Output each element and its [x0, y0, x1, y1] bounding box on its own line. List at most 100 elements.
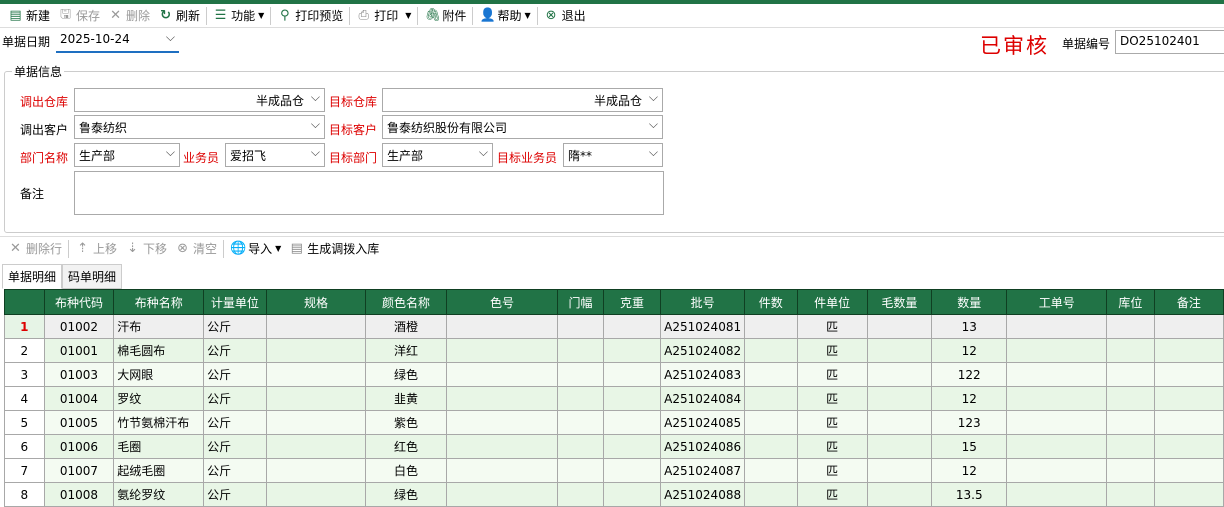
table-cell[interactable]: [1153, 362, 1224, 387]
save-button[interactable]: 🖫 保存: [54, 5, 104, 27]
table-cell[interactable]: [445, 338, 559, 363]
delete-row-button[interactable]: ✕ 删除行: [4, 240, 66, 257]
table-cell[interactable]: 韭黄: [365, 386, 447, 411]
table-row[interactable]: 2 01001 棉毛圆布 公斤 洋红 A251024082 匹 12: [4, 338, 1224, 363]
table-cell[interactable]: [744, 482, 798, 507]
out-warehouse-select[interactable]: 半成品仓: [74, 88, 325, 112]
table-cell[interactable]: [1106, 410, 1155, 435]
tab-doc-detail[interactable]: 单据明细: [2, 264, 63, 289]
table-cell[interactable]: [265, 458, 367, 483]
table-cell[interactable]: [866, 338, 933, 363]
table-cell[interactable]: 起绒毛圈: [113, 458, 205, 483]
table-cell[interactable]: 公斤: [203, 482, 267, 507]
table-cell[interactable]: 紫色: [365, 410, 447, 435]
table-cell[interactable]: 红色: [365, 434, 447, 459]
date-picker[interactable]: 2025-10-24: [56, 29, 179, 53]
table-cell[interactable]: [1153, 458, 1224, 483]
table-cell[interactable]: 汗布: [113, 314, 205, 339]
table-cell[interactable]: [1006, 386, 1108, 411]
table-cell[interactable]: [602, 458, 662, 483]
table-cell[interactable]: [1006, 482, 1108, 507]
table-cell[interactable]: 01002: [43, 314, 115, 339]
table-cell[interactable]: [1006, 314, 1108, 339]
table-cell[interactable]: [265, 362, 367, 387]
table-cell[interactable]: 公斤: [203, 314, 267, 339]
target-customer-select[interactable]: 鲁泰纺织股份有限公司: [382, 115, 663, 139]
table-cell[interactable]: [557, 314, 604, 339]
salesman-select[interactable]: 爱招飞: [225, 143, 325, 167]
table-cell[interactable]: 匹: [796, 362, 868, 387]
table-cell[interactable]: [1006, 338, 1108, 363]
table-cell[interactable]: 01001: [43, 338, 115, 363]
table-row[interactable]: 1 01002 汗布 公斤 酒橙 A251024081 匹 13: [4, 314, 1224, 339]
table-cell[interactable]: [265, 386, 367, 411]
table-cell[interactable]: [866, 482, 933, 507]
table-cell[interactable]: 公斤: [203, 410, 267, 435]
table-cell[interactable]: A251024088: [660, 482, 746, 507]
table-cell[interactable]: [1153, 410, 1224, 435]
import-menu-button[interactable]: 🌐 导入 ▼: [226, 240, 285, 257]
new-button[interactable]: ▤ 新建: [4, 7, 54, 24]
table-cell[interactable]: 01006: [43, 434, 115, 459]
column-header[interactable]: 布种代码: [43, 289, 115, 315]
table-cell[interactable]: [1006, 362, 1108, 387]
table-row[interactable]: 4 01004 罗纹 公斤 韭黄 A251024084 匹 12: [4, 386, 1224, 411]
table-cell[interactable]: [866, 410, 933, 435]
table-cell[interactable]: [744, 410, 798, 435]
table-cell[interactable]: [445, 434, 559, 459]
move-down-button[interactable]: ⇣ 下移: [121, 240, 171, 257]
table-cell[interactable]: [744, 434, 798, 459]
generate-transfer-in-button[interactable]: ▤ 生成调拨入库: [285, 240, 383, 257]
table-cell[interactable]: 公斤: [203, 434, 267, 459]
column-header[interactable]: 门幅: [557, 289, 604, 315]
column-header[interactable]: 数量: [931, 289, 1008, 315]
table-cell[interactable]: [265, 338, 367, 363]
remark-textarea[interactable]: [74, 171, 664, 215]
table-cell[interactable]: 绿色: [365, 482, 447, 507]
table-cell[interactable]: [602, 386, 662, 411]
table-cell[interactable]: [744, 338, 798, 363]
table-cell[interactable]: 公斤: [203, 386, 267, 411]
clear-button[interactable]: ⊗ 清空: [171, 240, 221, 257]
print-preview-button[interactable]: ⚲ 打印预览: [273, 7, 347, 24]
table-cell[interactable]: [744, 314, 798, 339]
table-cell[interactable]: A251024085: [660, 410, 746, 435]
table-cell[interactable]: [557, 434, 604, 459]
column-header[interactable]: 工单号: [1006, 289, 1108, 315]
table-cell[interactable]: 白色: [365, 458, 447, 483]
table-cell[interactable]: [744, 386, 798, 411]
table-cell[interactable]: [866, 386, 933, 411]
table-cell[interactable]: [1006, 458, 1108, 483]
refresh-button[interactable]: ↻ 刷新: [154, 7, 204, 24]
table-cell[interactable]: A251024084: [660, 386, 746, 411]
table-cell[interactable]: 01004: [43, 386, 115, 411]
table-cell[interactable]: 匹: [796, 314, 868, 339]
table-cell[interactable]: 12: [931, 458, 1008, 483]
table-cell[interactable]: 12: [931, 338, 1008, 363]
table-row[interactable]: 5 01005 竹节氨棉汗布 公斤 紫色 A251024085 匹 123: [4, 410, 1224, 435]
target-warehouse-select[interactable]: 半成品仓: [382, 88, 663, 112]
table-cell[interactable]: [557, 482, 604, 507]
table-cell[interactable]: [602, 338, 662, 363]
table-cell[interactable]: [445, 362, 559, 387]
table-cell[interactable]: 01007: [43, 458, 115, 483]
table-cell[interactable]: [1006, 434, 1108, 459]
table-cell[interactable]: 匹: [796, 338, 868, 363]
table-cell[interactable]: 棉毛圆布: [113, 338, 205, 363]
table-cell[interactable]: [602, 314, 662, 339]
table-cell[interactable]: [265, 410, 367, 435]
table-cell[interactable]: [602, 362, 662, 387]
table-cell[interactable]: 匹: [796, 434, 868, 459]
table-cell[interactable]: [1006, 410, 1108, 435]
out-customer-select[interactable]: 鲁泰纺织: [74, 115, 325, 139]
table-row[interactable]: 8 01008 氨纶罗纹 公斤 绿色 A251024088 匹 13.5: [4, 482, 1224, 507]
table-cell[interactable]: [265, 314, 367, 339]
table-cell[interactable]: [602, 410, 662, 435]
column-header[interactable]: 布种名称: [113, 289, 205, 315]
table-cell[interactable]: [1153, 386, 1224, 411]
table-cell[interactable]: 122: [931, 362, 1008, 387]
table-cell[interactable]: [1106, 314, 1155, 339]
table-cell[interactable]: 酒橙: [365, 314, 447, 339]
delete-button[interactable]: ✕ 删除: [104, 7, 154, 24]
table-cell[interactable]: [445, 458, 559, 483]
